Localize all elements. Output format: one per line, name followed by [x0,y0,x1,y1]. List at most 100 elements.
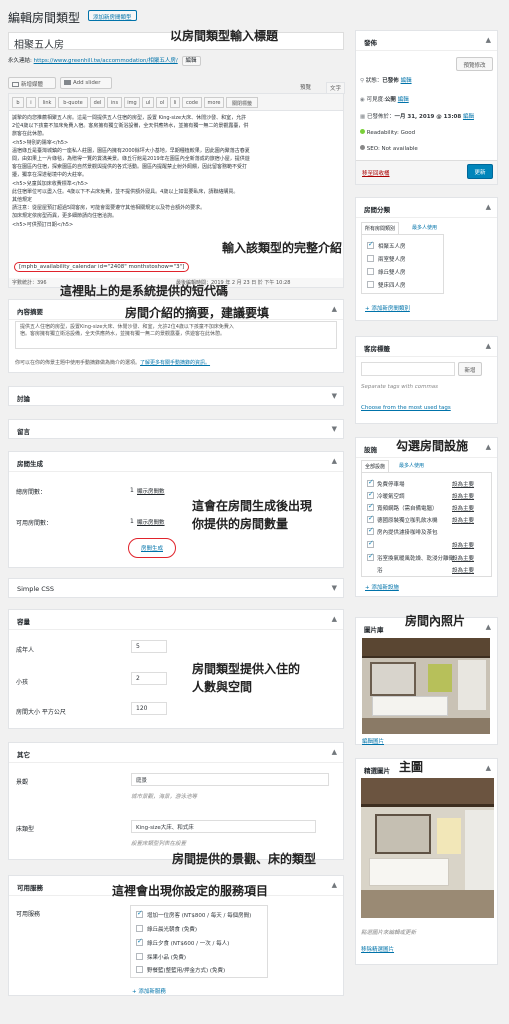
content-line: 客在園區內住宿，探索園區的自然景觀與提供的各式活動。園區內提醒禁止射外飼餵，因此… [12,164,248,171]
set-primary-link-2[interactable]: 設為主要 [452,492,474,500]
service-checkbox-2[interactable] [136,925,143,932]
service-checkbox-5[interactable] [136,966,143,973]
permalink-url[interactable]: https://www.greenhill.tw/accommodation/相… [34,58,178,64]
excerpt-textarea[interactable]: 提供五人住宿的房型，設置King-size大床、休閒沙發、和室，允許2位4歲以下… [15,321,337,349]
annotation-facilities: 勾選房間設施 [396,439,469,453]
set-primary-link-4[interactable]: 設為主要 [452,516,474,524]
category-checkbox-3[interactable] [367,268,374,275]
facility-checkbox-3[interactable] [367,502,374,511]
facility-checkbox-1[interactable] [367,478,374,487]
set-primary-link-3[interactable]: 設為主要 [452,504,474,512]
status-edit-link[interactable]: 編輯 [401,78,412,84]
toggle-arrow-icon[interactable]: ▲ [486,623,491,631]
category-checkbox-2[interactable] [367,255,374,262]
room-size-input[interactable]: 120 [131,702,167,715]
category-checkbox-4[interactable] [367,281,374,288]
category-checkbox-1[interactable] [367,240,374,249]
qt-link-button[interactable]: link [38,97,56,108]
add-new-button[interactable]: 添加新房間類型 [88,10,137,21]
qt-del-button[interactable]: del [90,97,105,108]
facility-checkbox-7[interactable] [367,552,374,561]
content-line: <h5>可供預訂日期</h5> [12,221,74,228]
add-new-facility-link[interactable]: + 添加新設施 [365,583,399,591]
discussion-box[interactable]: 討論 ▼ [8,386,344,406]
toggle-arrow-icon[interactable]: ▲ [332,615,337,623]
tab-all-categories[interactable]: 所有房間類別 [361,222,400,234]
add-media-button[interactable]: 新增媒體 [8,77,56,89]
total-rooms-label: 總房間數： [16,489,47,496]
tab-all-facilities[interactable]: 全部設施 [361,460,390,472]
qt-code-button[interactable]: code [182,97,202,108]
add-slider-button[interactable]: Add slider [60,77,112,89]
children-input[interactable]: 2 [131,672,167,685]
excerpt-help-link[interactable]: 了解更多有關手動摘錄的資訊。 [140,360,210,366]
toggle-arrow-icon[interactable]: ▲ [332,748,337,756]
featured-photo[interactable] [361,778,494,918]
facility-checkbox-4[interactable] [367,514,374,523]
toggle-arrow-icon[interactable]: ▲ [486,443,491,451]
add-tag-button[interactable]: 新增 [458,362,482,376]
generate-rooms-button[interactable]: 房間生成 [128,538,176,558]
permalink-edit-button[interactable]: 編輯 [181,56,201,66]
facility-checkbox-5[interactable] [367,526,374,535]
featured-hint: 點選圖片來編輯或更新 [361,930,417,936]
facility-checkbox-6[interactable] [367,539,374,548]
tab-visual[interactable]: 預覽 [300,83,311,91]
facility-checkbox-2[interactable] [367,490,374,499]
published-edit-link[interactable]: 編輯 [463,114,474,120]
excerpt-line: 宿。客房擁有獨立衛浴設備，全天供應熱水，並擁有獨一無二的景觀露臺，供遊客在此休憩… [20,331,226,337]
toggle-arrow-icon[interactable]: ▲ [486,203,491,211]
choose-tags-link[interactable]: Choose from the most used tags [361,405,451,411]
toggle-arrow-icon[interactable]: ▼ [332,584,337,592]
add-new-service-link[interactable]: + 添加新服務 [132,987,166,995]
bed-type-input[interactable]: King-size大床、和式床 [131,820,316,833]
set-primary-link-8[interactable]: 設為主要 [452,566,474,574]
move-to-trash-link[interactable]: 移至回收桶 [362,169,390,177]
tab-popular-categories[interactable]: 最多人使用 [412,224,437,231]
tags-input[interactable] [361,362,455,376]
annotation-other: 房間提供的景觀、床的類型 [172,852,317,866]
set-primary-link-1[interactable]: 設為主要 [452,480,474,488]
service-label-1: 增加一位房客 (NT$800 / 每天 / 每個房間) [147,913,252,919]
comments-box[interactable]: 留言 ▼ [8,419,344,439]
toggle-arrow-icon[interactable]: ▲ [486,342,491,350]
service-checkbox-1[interactable] [136,909,143,918]
toggle-arrow-icon[interactable]: ▲ [332,881,337,889]
qt-more-button[interactable]: more [204,97,224,108]
other-title: 其它 [17,751,30,759]
qt-blockquote-button[interactable]: b-quote [58,97,88,108]
service-checkbox-3[interactable] [136,937,143,946]
toggle-arrow-icon[interactable]: ▲ [486,764,491,772]
total-rooms-link[interactable]: 顯示房間數 [137,487,165,495]
service-checkbox-4[interactable] [136,953,143,960]
adults-input[interactable]: 5 [131,640,167,653]
view-input[interactable]: 庭景 [131,773,329,786]
remove-featured-link[interactable]: 移除精選圖片 [361,945,394,953]
gallery-photo[interactable] [362,638,490,734]
toggle-arrow-icon[interactable]: ▲ [486,36,491,44]
toggle-arrow-icon[interactable]: ▲ [332,305,337,313]
qt-ul-button[interactable]: ul [142,97,154,108]
tab-popular-facilities[interactable]: 最多人使用 [399,462,424,469]
qt-italic-button[interactable]: i [26,97,36,108]
toggle-arrow-icon[interactable]: ▼ [332,392,337,400]
qt-img-button[interactable]: img [124,97,140,108]
qt-ol-button[interactable]: ol [156,97,168,108]
add-new-category-link[interactable]: + 添加新房間類別 [365,304,410,312]
facility-label-7: 浴室換氣暖風乾燥、乾浸分離衛 [377,556,455,562]
editor-content[interactable]: 誠摯的向您推薦相聚五人房。這是一間提供五人住宿的房型，設置 King-size大… [12,114,342,229]
visibility-edit-link[interactable]: 編輯 [398,97,409,103]
qt-li-button[interactable]: li [170,97,180,108]
update-button[interactable]: 更新 [467,164,493,179]
qt-ins-button[interactable]: ins [107,97,122,108]
qt-bold-button[interactable]: b [12,97,24,108]
simple-css-box[interactable]: Simple CSS ▼ [8,578,344,598]
set-primary-link-7[interactable]: 設為主要 [452,554,474,562]
toggle-arrow-icon[interactable]: ▲ [332,457,337,465]
preview-changes-button[interactable]: 預覽修改 [456,57,493,71]
qt-close-tags-button[interactable]: 關閉標籤 [226,97,258,108]
toggle-arrow-icon[interactable]: ▼ [332,425,337,433]
edit-gallery-link[interactable]: 編輯圖片 [362,737,384,745]
available-rooms-link[interactable]: 顯示房間數 [137,518,165,526]
set-primary-link-6[interactable]: 設為主要 [452,541,474,549]
